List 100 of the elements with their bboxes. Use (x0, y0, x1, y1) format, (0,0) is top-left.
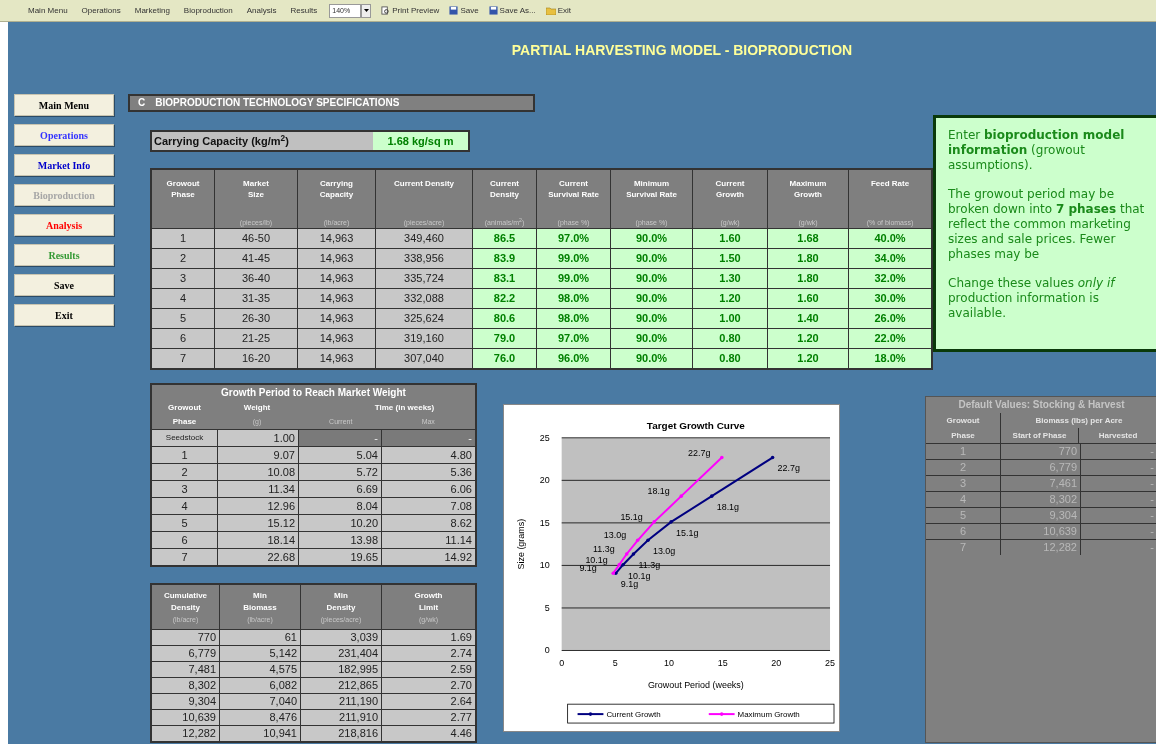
table-cell: 1.69 (382, 630, 475, 645)
toolbar-button[interactable]: Marketing (132, 6, 172, 15)
table-cell[interactable]: 40.0% (849, 229, 931, 248)
table-cell[interactable]: 1.40 (768, 309, 848, 328)
header-label: Minimum Survival Rate (626, 178, 677, 200)
table-cell: 770 (152, 630, 219, 645)
nav-button[interactable]: Exit (14, 304, 114, 326)
header-label: Weight (243, 402, 271, 414)
toolbar-button[interactable]: Exit (545, 6, 571, 15)
data-label: 22.7g (777, 463, 800, 474)
table-cell[interactable]: 1.60 (693, 229, 767, 248)
table-cell[interactable]: 32.0% (849, 269, 931, 288)
table-cell[interactable]: 99.0% (537, 269, 610, 288)
toolbar-button[interactable]: Save (449, 6, 479, 15)
table-cell: 6,082 (220, 678, 300, 693)
data-label: 15.1g (676, 527, 699, 538)
table-cell[interactable]: 90.0% (611, 289, 692, 308)
table-cell: 2.59 (382, 662, 475, 677)
toolbar-button[interactable]: Analysis (244, 6, 279, 15)
table-cell[interactable]: 98.0% (537, 309, 610, 328)
table-cell: 11.34 (218, 481, 298, 497)
table-cell: 1.00 (218, 430, 298, 446)
table-cell[interactable]: 26.0% (849, 309, 931, 328)
table-cell[interactable]: 90.0% (611, 249, 692, 268)
dropdown-button[interactable] (361, 3, 372, 18)
floppy-icon (488, 6, 498, 15)
table-cell: Seedstock (152, 430, 217, 446)
table-cell: 9,304 (1001, 508, 1081, 523)
nav-button[interactable]: Operations (14, 124, 114, 146)
table-cell[interactable]: 0.80 (693, 329, 767, 348)
table-cell[interactable]: 90.0% (611, 329, 692, 348)
data-label: 11.3g (592, 544, 615, 555)
table-cell[interactable]: 83.9 (473, 249, 536, 268)
table-cell: 8.62 (382, 515, 475, 531)
table-cell[interactable]: 90.0% (611, 309, 692, 328)
nav-button[interactable]: Analysis (14, 214, 114, 236)
table-cell[interactable]: 1.20 (693, 289, 767, 308)
table-cell[interactable]: 96.0% (537, 349, 610, 368)
toolbar-button[interactable]: Results (288, 6, 320, 15)
table-cell[interactable]: 22.0% (849, 329, 931, 348)
table-cell: 14,963 (298, 349, 375, 368)
table-cell: 325,624 (376, 309, 472, 328)
table-cell[interactable]: 90.0% (611, 229, 692, 248)
table-cell[interactable]: 34.0% (849, 249, 931, 268)
table-cell[interactable]: 0.80 (693, 349, 767, 368)
table-cell[interactable]: 76.0 (473, 349, 536, 368)
table-cell: 3,039 (301, 630, 381, 645)
table-cell-text: - (1149, 444, 1155, 459)
table-cell: 18.14 (218, 532, 298, 548)
toolbar-button[interactable]: Save As... (488, 6, 536, 15)
nav-button[interactable]: Results (14, 244, 114, 266)
table-cell: 14,963 (298, 329, 375, 348)
toolbar-button[interactable]: Bioproduction (181, 6, 235, 15)
table-cell: 3 (152, 269, 214, 288)
table-cell[interactable]: 98.0% (537, 289, 610, 308)
table-cell: - (382, 430, 475, 446)
table-cell[interactable]: 86.5 (473, 229, 536, 248)
axis-label: 5 (612, 658, 618, 669)
table-cell[interactable]: 83.1 (473, 269, 536, 288)
nav-button[interactable]: Main Menu (14, 94, 114, 116)
toolbar-button[interactable]: Main Menu (26, 6, 70, 15)
nav-button[interactable]: Market Info (14, 154, 114, 176)
table-cell: 5.72 (299, 464, 381, 480)
table-cell[interactable]: 18.0% (849, 349, 931, 368)
table-cell: 41-45 (215, 249, 297, 268)
note-text: The growout period may be broken down into 7 phases that reflect the common marketing sizes and sale prices. Fewer phases may be (948, 187, 1146, 262)
table-cell[interactable]: 1.20 (768, 329, 848, 348)
table-cell[interactable]: 79.0 (473, 329, 536, 348)
table-cell[interactable]: 1.60 (768, 289, 848, 308)
data-label: 10.1g (628, 570, 651, 581)
toolbar-button[interactable]: Print Preview (381, 6, 440, 15)
table-cell[interactable]: 97.0% (537, 229, 610, 248)
table-cell[interactable]: 1.50 (693, 249, 767, 268)
table-cell[interactable]: 90.0% (611, 269, 692, 288)
table-cell[interactable]: 1.30 (693, 269, 767, 288)
table-cell[interactable]: 1.68 (768, 229, 848, 248)
data-point (646, 538, 650, 542)
header-label: Harvested (1097, 430, 1139, 442)
header-label: Time (in weeks) (373, 402, 436, 414)
table-cell[interactable]: 30.0% (849, 289, 931, 308)
toolbar-button[interactable]: Operations (79, 6, 123, 15)
table-cell[interactable]: 82.2 (473, 289, 536, 308)
table-cell[interactable]: 1.80 (768, 269, 848, 288)
table-cell[interactable]: 1.20 (768, 349, 848, 368)
nav-button[interactable]: Save (14, 274, 114, 296)
table-cell[interactable]: 97.0% (537, 329, 610, 348)
table-cell: 3 (152, 481, 217, 497)
data-point (679, 494, 684, 498)
table-cell: 4 (152, 498, 217, 514)
table-cell[interactable]: 1.00 (693, 309, 767, 328)
table-cell[interactable]: 99.0% (537, 249, 610, 268)
table-cell[interactable]: 1.80 (768, 249, 848, 268)
table-cell[interactable]: 80.6 (473, 309, 536, 328)
table-cell: 14,963 (298, 249, 375, 268)
table-cell: 14,963 (298, 289, 375, 308)
data-label: 18.1g (716, 502, 740, 513)
table-cell[interactable]: 90.0% (611, 349, 692, 368)
data-point (652, 520, 656, 524)
table-title: Default Values: Stocking & Harvest (957, 398, 1126, 412)
axis-title: Growout Period (weeks) (647, 680, 744, 691)
